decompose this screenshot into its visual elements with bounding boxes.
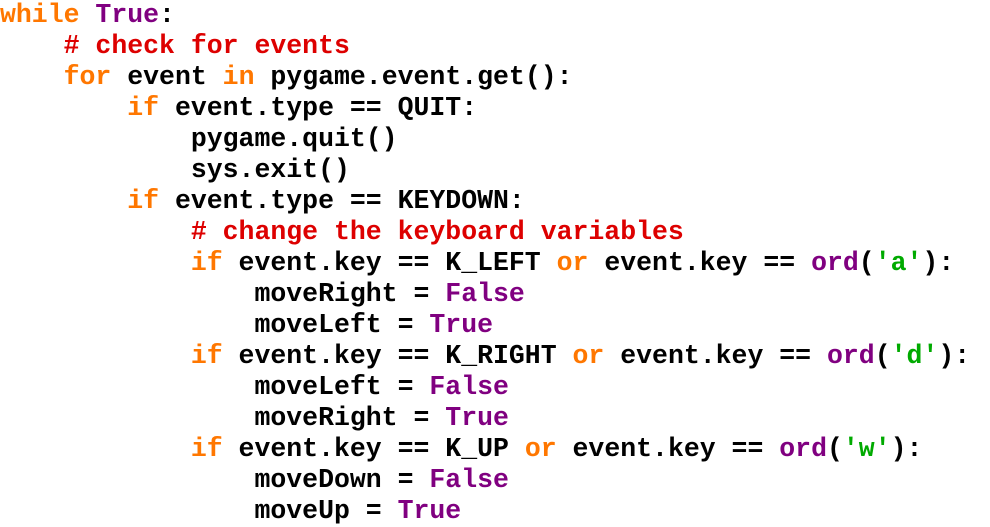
keyword-token: or: [572, 341, 605, 371]
code-token: ):: [938, 341, 971, 371]
code-token: event.key ==: [588, 248, 812, 278]
code-token: (: [826, 434, 843, 464]
code-token: moveRight =: [254, 403, 446, 433]
code-token: (: [874, 341, 891, 371]
code-token: event.key ==: [556, 434, 780, 464]
constant-token: True: [445, 403, 509, 433]
code-token: sys.exit(): [190, 155, 350, 185]
constant-token: True: [429, 310, 494, 340]
code-token: moveUp =: [254, 496, 398, 526]
builtin-token: ord: [811, 248, 859, 278]
code-token: event.type == KEYDOWN:: [159, 186, 525, 216]
code-line: if event.type == QUIT:: [0, 93, 990, 124]
code-line: while True:: [0, 0, 990, 31]
builtin-token: ord: [779, 434, 827, 464]
keyword-token: for: [63, 62, 112, 92]
code-line: for event in pygame.event.get():: [0, 62, 990, 93]
code-line: moveUp = True: [0, 496, 990, 527]
code-token: moveRight =: [254, 279, 446, 309]
code-token: pygame.event.get():: [254, 62, 573, 92]
keyword-token: if: [190, 248, 223, 278]
string-token: 'w': [842, 434, 891, 464]
code-token: event.key == K_LEFT: [222, 248, 557, 278]
code-token: event.type == QUIT:: [159, 93, 478, 123]
code-token: event: [111, 62, 223, 92]
code-listing: while True: # check for events for event…: [0, 0, 990, 527]
code-line: if event.key == K_RIGHT or event.key == …: [0, 341, 990, 372]
code-token: (: [858, 248, 875, 278]
keyword-token: while: [0, 0, 80, 30]
code-line: if event.key == K_UP or event.key == ord…: [0, 434, 990, 465]
code-line: if event.type == KEYDOWN:: [0, 186, 990, 217]
constant-token: False: [429, 372, 509, 402]
string-token: 'a': [874, 248, 923, 278]
code-token: pygame.quit(): [190, 124, 398, 154]
code-line: if event.key == K_LEFT or event.key == o…: [0, 248, 990, 279]
keyword-token: if: [190, 434, 223, 464]
code-token: :: [159, 0, 175, 30]
code-line: pygame.quit(): [0, 124, 990, 155]
keyword-token: if: [190, 341, 223, 371]
code-line: moveLeft = False: [0, 372, 990, 403]
code-token: event.key ==: [604, 341, 827, 371]
keyword-token: or: [524, 434, 557, 464]
string-token: 'd': [890, 341, 939, 371]
code-line: moveRight = False: [0, 279, 990, 310]
code-token: moveLeft =: [254, 372, 430, 402]
keyword-token: if: [127, 93, 160, 123]
code-line: # check for events: [0, 31, 990, 62]
code-line: moveRight = True: [0, 403, 990, 434]
code-line: # change the keyboard variables: [0, 217, 990, 248]
comment-token: # check for events: [63, 31, 350, 61]
keyword-token: or: [556, 248, 589, 278]
code-line: moveDown = False: [0, 465, 990, 496]
code-token: moveLeft =: [254, 310, 430, 340]
code-line: sys.exit(): [0, 155, 990, 186]
constant-token: False: [429, 465, 509, 495]
constant-token: True: [397, 496, 462, 526]
constant-token: True: [95, 0, 160, 30]
code-token: ):: [890, 434, 923, 464]
builtin-token: ord: [826, 341, 875, 371]
code-token: event.key == K_RIGHT: [222, 341, 573, 371]
keyword-token: if: [127, 186, 160, 216]
code-line: moveLeft = True: [0, 310, 990, 341]
code-token: event.key == K_UP: [222, 434, 525, 464]
keyword-token: in: [222, 62, 255, 92]
constant-token: False: [445, 279, 525, 309]
code-token: moveDown =: [254, 465, 430, 495]
code-token: ):: [922, 248, 955, 278]
comment-token: # change the keyboard variables: [190, 217, 684, 247]
